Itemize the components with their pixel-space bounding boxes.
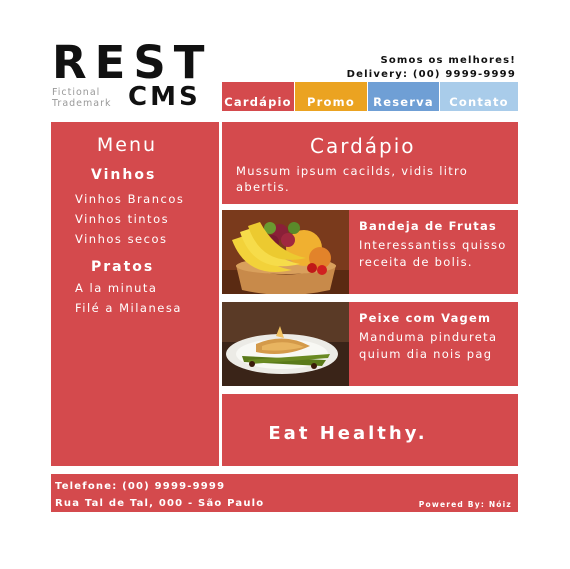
cardapio-description: Mussum ipsum cacilds, vidis litro aberti… (236, 164, 469, 194)
dish-description: Manduma pindureta quium dia nois pag (359, 329, 518, 363)
dish-title: Peixe com Vagem (359, 311, 492, 325)
banner-text: Eat Healthy. (268, 423, 428, 444)
logo-subtitle-line1: Fictional (52, 87, 101, 98)
footer: Telefone: (00) 9999-9999 Rua Tal de Tal,… (51, 474, 518, 512)
tagline-delivery: Delivery: (00) 9999-9999 (346, 69, 516, 80)
footer-powered-by[interactable]: Powered By: Nóiz (419, 500, 512, 509)
dish-description-line1: Interessantiss quisso (359, 238, 507, 252)
footer-phone: Telefone: (00) 9999-9999 (55, 481, 226, 492)
logo-cms: CMS (128, 82, 201, 112)
sidebar-item-vinhos-brancos[interactable]: Vinhos Brancos (75, 192, 184, 206)
tab-promo[interactable]: Promo (295, 82, 367, 111)
sidebar-heading-vinhos: Vinhos (91, 167, 157, 183)
tab-contato[interactable]: Contato (440, 82, 518, 111)
sidebar-item-file-milanesa[interactable]: Filé a Milanesa (75, 301, 182, 315)
cardapio-title: Cardápio (310, 134, 416, 158)
fruit-bowl-photo (222, 210, 349, 294)
sidebar-item-vinhos-tintos[interactable]: Vinhos tintos (75, 212, 169, 226)
dish-description-line2: receita de bolis. (359, 255, 473, 269)
fish-dish-photo (222, 302, 349, 386)
sidebar-title: Menu (96, 134, 158, 156)
dish-card-fruits[interactable]: Bandeja de Frutas Interessantiss quisso … (222, 210, 518, 294)
tab-reserva[interactable]: Reserva (368, 82, 439, 111)
sidebar-item-vinhos-secos[interactable]: Vinhos secos (75, 232, 168, 246)
tagline-slogan: Somos os melhores! (380, 55, 516, 66)
dish-card-fish[interactable]: Peixe com Vagem Manduma pindureta quium … (222, 302, 518, 386)
dish-title: Bandeja de Frutas (359, 219, 497, 233)
footer-address: Rua Tal de Tal, 000 - São Paulo (55, 498, 265, 509)
eat-healthy-banner: Eat Healthy. (222, 394, 518, 466)
header-tagline: Somos os melhores! Delivery: (00) 9999-9… (347, 54, 516, 82)
dish-description-line2: quium dia nois pag (359, 347, 493, 361)
logo-subtitle-line2: Trademark (52, 98, 112, 109)
sidebar-heading-pratos: Pratos (91, 259, 155, 275)
logo-title: REST (52, 36, 213, 89)
logo-subtitle: Fictional Trademark (52, 87, 112, 109)
sidebar-item-a-la-minuta[interactable]: A la minuta (75, 281, 157, 295)
sidebar-menu: Menu Vinhos Vinhos Brancos Vinhos tintos… (51, 122, 219, 466)
cardapio-intro-panel: Cardápio Mussum ipsum cacilds, vidis lit… (222, 122, 518, 204)
tab-cardapio[interactable]: Cardápio (222, 82, 294, 111)
dish-description-line1: Manduma pindureta (359, 330, 498, 344)
dish-description: Interessantiss quisso receita de bolis. (359, 237, 518, 271)
